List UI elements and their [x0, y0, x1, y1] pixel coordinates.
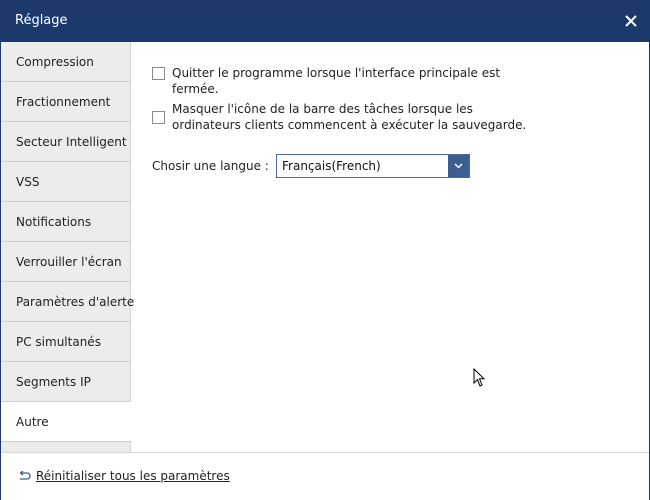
sidebar-item-label: VSS	[16, 175, 40, 189]
sidebar-item-label: Compression	[16, 55, 94, 69]
sidebar-item-label: Paramètres d'alerte	[16, 295, 135, 309]
undo-arrow-icon	[19, 470, 31, 480]
sidebar-item-vss[interactable]: VSS	[1, 162, 130, 202]
settings-content: Quitter le programme lorsque l'interface…	[131, 42, 649, 452]
sidebar-item-label: Verrouiller l'écran	[16, 255, 122, 269]
settings-sidebar: Compression Fractionnement Secteur Intel…	[1, 42, 134, 452]
language-selected-value: Français(French)	[282, 159, 381, 173]
sidebar-filler	[1, 442, 130, 451]
sidebar-item-label: Secteur Intelligent	[16, 135, 127, 149]
sidebar-item-label: Fractionnement	[16, 95, 111, 109]
sidebar-item-parametres-alerte[interactable]: Paramètres d'alerte	[1, 282, 134, 322]
hide-taskbar-icon-label: Masquer l'icône de la barre des tâches l…	[172, 102, 527, 132]
language-label: Chosir une langue :	[152, 159, 269, 173]
sidebar-item-label: Autre	[16, 415, 49, 429]
quit-on-close-label: Quitter le programme lorsque l'interface…	[172, 66, 501, 96]
sidebar-item-label: Segments IP	[16, 375, 91, 389]
title-bar: Réglage	[1, 1, 649, 42]
sidebar-item-autre[interactable]: Autre	[1, 402, 131, 442]
language-row: Chosir une langue : Français(French)	[152, 154, 470, 178]
language-select[interactable]: Français(French)	[276, 154, 470, 178]
sidebar-item-fractionnement[interactable]: Fractionnement	[1, 82, 130, 122]
sidebar-item-segments-ip[interactable]: Segments IP	[1, 362, 130, 402]
language-dropdown-button[interactable]	[448, 155, 469, 177]
close-button[interactable]	[621, 11, 641, 31]
option-hide-taskbar-icon: Masquer l'icône de la barre des tâches l…	[152, 101, 532, 133]
sidebar-item-compression[interactable]: Compression	[1, 42, 130, 82]
sidebar-item-secteur-intelligent[interactable]: Secteur Intelligent	[1, 122, 130, 162]
option-quit-on-close: Quitter le programme lorsque l'interface…	[152, 65, 532, 97]
close-icon	[625, 15, 637, 27]
sidebar-item-notifications[interactable]: Notifications	[1, 202, 130, 242]
sidebar-item-verrouiller-ecran[interactable]: Verrouiller l'écran	[1, 242, 130, 282]
dialog-footer: Réinitialiser tous les paramètres	[1, 452, 649, 500]
dialog-title: Réglage	[15, 13, 68, 28]
chevron-down-icon	[454, 163, 463, 169]
hide-taskbar-icon-checkbox[interactable]	[152, 111, 165, 124]
sidebar-item-label: Notifications	[16, 215, 92, 229]
settings-dialog: Réglage Compression Fractionnement Secte…	[0, 0, 650, 500]
reset-all-settings-label: Réinitialiser tous les paramètres	[36, 469, 230, 483]
sidebar-item-pc-simultanes[interactable]: PC simultanés	[1, 322, 130, 362]
reset-all-settings-link[interactable]: Réinitialiser tous les paramètres	[18, 469, 230, 483]
mouse-cursor-icon	[473, 368, 486, 387]
sidebar-item-label: PC simultanés	[16, 335, 101, 349]
quit-on-close-checkbox[interactable]	[152, 67, 165, 80]
